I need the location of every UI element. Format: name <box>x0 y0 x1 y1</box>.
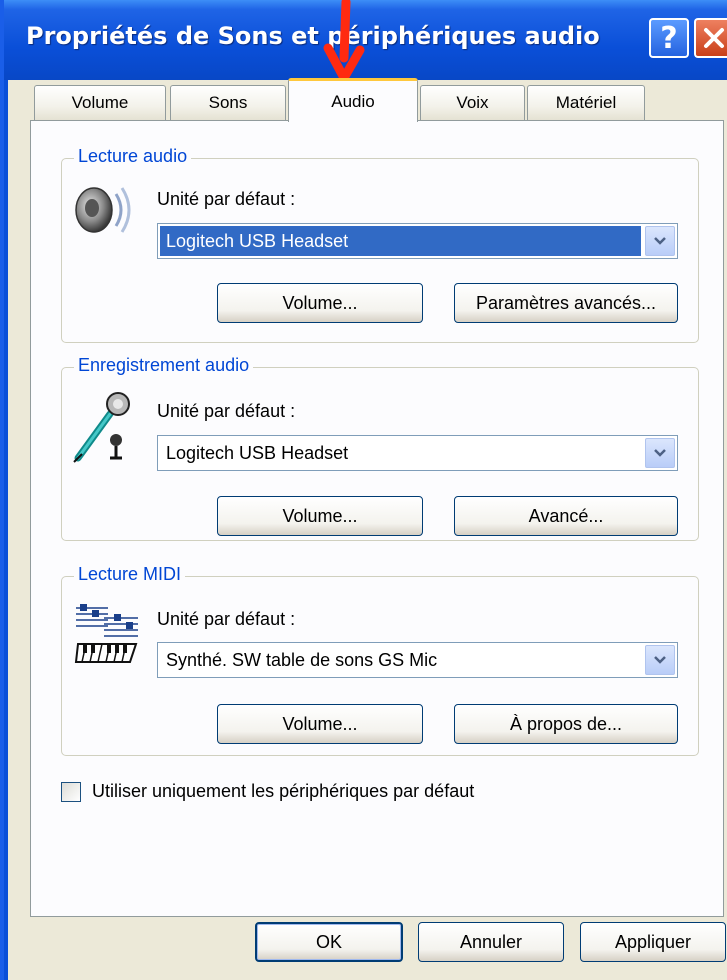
recording-advanced-button[interactable]: Avancé... <box>454 496 678 536</box>
recording-dropdown-button[interactable] <box>645 438 675 468</box>
close-button[interactable] <box>694 18 727 58</box>
midi-keyboard-icon <box>74 600 140 669</box>
playback-dropdown-button[interactable] <box>645 226 675 256</box>
default-devices-only-label[interactable]: Utiliser uniquement les périphériques pa… <box>92 781 474 802</box>
apply-button[interactable]: Appliquer <box>580 922 726 962</box>
playback-default-label: Unité par défaut : <box>157 189 296 209</box>
chevron-down-icon <box>654 449 666 457</box>
tab-sons[interactable]: Sons <box>170 85 286 120</box>
midi-about-button[interactable]: À propos de... <box>454 704 678 744</box>
midi-group-label: Lecture MIDI <box>74 564 186 585</box>
annotation-arrow-icon <box>322 0 366 89</box>
chevron-down-icon <box>654 237 666 245</box>
tab-audio[interactable]: Audio <box>288 78 418 122</box>
midi-dropdown-button[interactable] <box>645 645 675 675</box>
playback-advanced-button[interactable]: Paramètres avancés... <box>454 283 678 323</box>
recording-group-label: Enregistrement audio <box>74 355 254 376</box>
default-devices-only-checkbox[interactable] <box>61 782 81 802</box>
close-icon <box>703 28 724 48</box>
dialog-window: Propriétés de Sons et périphériques audi… <box>0 0 727 980</box>
midi-device-value: Synthé. SW table de sons GS Mic <box>166 649 438 670</box>
chevron-down-icon <box>654 656 666 664</box>
recording-volume-button[interactable]: Volume... <box>217 496 423 536</box>
recording-default-label: Unité par défaut : <box>157 401 296 421</box>
tab-voix[interactable]: Voix <box>420 85 525 120</box>
recording-device-select[interactable]: Logitech USB Headset <box>157 435 678 471</box>
playback-group-label: Lecture audio <box>74 146 192 167</box>
playback-device-value: Logitech USB Headset <box>160 226 641 256</box>
playback-device-select[interactable]: Logitech USB Headset <box>157 223 678 259</box>
playback-volume-button[interactable]: Volume... <box>217 283 423 323</box>
window-title: Propriétés de Sons et périphériques audi… <box>26 22 600 50</box>
midi-default-label: Unité par défaut : <box>157 609 296 629</box>
speaker-icon <box>70 180 134 245</box>
tab-materiel[interactable]: Matériel <box>527 85 645 120</box>
tab-volume[interactable]: Volume <box>34 85 166 120</box>
recording-device-value: Logitech USB Headset <box>166 442 349 463</box>
midi-device-select[interactable]: Synthé. SW table de sons GS Mic <box>157 642 678 678</box>
cancel-button[interactable]: Annuler <box>418 922 564 962</box>
ok-button[interactable]: OK <box>255 922 403 962</box>
help-button[interactable]: ? <box>649 18 689 58</box>
midi-volume-button[interactable]: Volume... <box>217 704 423 744</box>
microphone-icon <box>72 392 136 469</box>
